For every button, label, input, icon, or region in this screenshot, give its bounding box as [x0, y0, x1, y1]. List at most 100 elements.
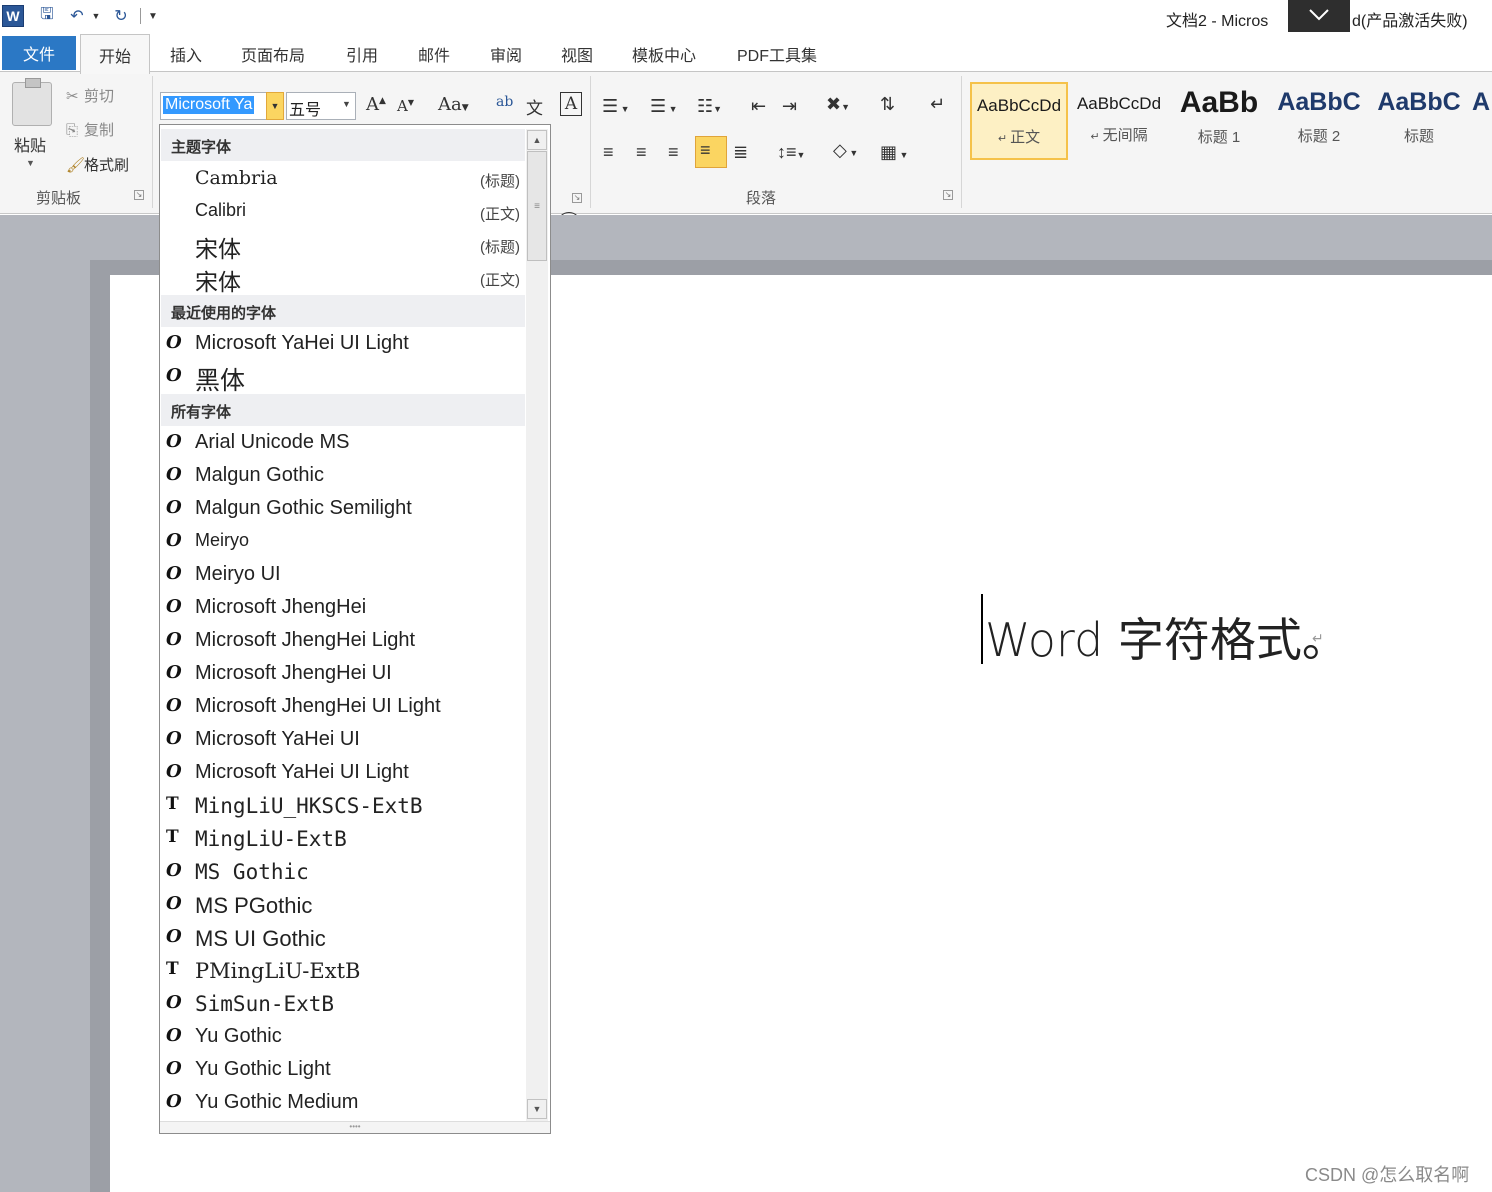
distributed-icon[interactable]: ≣ [733, 142, 748, 163]
save-icon[interactable]: 🖫 [36, 4, 58, 28]
paintbrush-icon: 🖌 [66, 157, 86, 174]
tab-pdf-tools[interactable]: PDF工具集 [737, 42, 817, 66]
font-option[interactable]: O Microsoft YaHei UI [166, 724, 524, 757]
tab-home[interactable]: 开始 [80, 34, 150, 74]
font-option[interactable]: O Malgun Gothic Semilight [166, 493, 524, 526]
window-title: 文档2 - Micros [1166, 13, 1269, 30]
style-normal[interactable]: AaBbCcDd ↵ 正文 [970, 82, 1068, 160]
style-heading-2[interactable]: AaBbC 标题 2 [1270, 82, 1368, 160]
copy-button[interactable]: ⎘ 复制 [66, 119, 114, 140]
font-option[interactable]: O Microsoft JhengHei UI Light [166, 691, 524, 724]
shading-icon[interactable]: ◇ ▼ [833, 140, 858, 161]
decrease-indent-icon[interactable]: ⇤ [751, 96, 766, 117]
font-option[interactable]: T MingLiU-ExtB [166, 823, 524, 856]
align-center-icon[interactable]: ≡ [636, 142, 647, 163]
borders-icon[interactable]: ▦ ▼ [880, 142, 908, 163]
paste-dropdown-icon[interactable]: ▼ [26, 158, 35, 168]
font-option[interactable]: O Yu Gothic Medium [166, 1087, 524, 1120]
character-border-button[interactable]: A [560, 92, 582, 116]
numbering-icon[interactable]: ☰ ▼ [650, 96, 678, 117]
ribbon-tab-bar: 文件 开始 插入 页面布局 引用 邮件 审阅 视图 模板中心 PDF工具集 [0, 34, 1492, 74]
font-option[interactable]: O Malgun Gothic [166, 460, 524, 493]
sort-icon[interactable]: ⇅ [880, 94, 895, 115]
font-option[interactable]: O Meiryo [166, 526, 524, 559]
font-option[interactable]: O Arial Unicode MS [166, 427, 524, 460]
tab-mailings[interactable]: 邮件 [418, 42, 450, 66]
chevron-down-icon [1309, 9, 1329, 21]
font-option[interactable]: O Microsoft JhengHei UI [166, 658, 524, 691]
scroll-down-arrow-icon[interactable]: ▼ [527, 1099, 547, 1119]
scrollbar-thumb[interactable]: ≡ [527, 151, 547, 261]
redo-icon[interactable]: ↻ [110, 4, 132, 28]
document-text[interactable]: Word 字符格式。 [985, 604, 1348, 670]
tab-view[interactable]: 视图 [561, 42, 593, 66]
font-option-songti-heading[interactable]: 宋体 (标题) [166, 229, 524, 263]
paragraph-launcher-icon[interactable]: ↘ [943, 190, 953, 200]
phonetic-guide-button[interactable]: 文 [526, 94, 543, 119]
change-case-button[interactable]: Aa▼ [438, 94, 469, 115]
paste-button[interactable]: 粘贴 [14, 132, 46, 156]
shrink-font-button[interactable]: A▼ [397, 97, 414, 115]
font-option[interactable]: T MingLiU_HKSCS-ExtB [166, 790, 524, 823]
style-name: ↵ 无间隔 [1090, 127, 1148, 144]
font-option[interactable]: O SimSun-ExtB [166, 988, 524, 1021]
undo-icon[interactable]: ↶ [66, 4, 88, 28]
group-divider [961, 76, 962, 208]
paste-icon[interactable] [12, 78, 52, 126]
font-option[interactable]: O Microsoft JhengHei Light [166, 625, 524, 658]
tab-references[interactable]: 引用 [346, 42, 378, 66]
font-option-songti-body[interactable]: 宋体 (正文) [166, 262, 524, 296]
font-option-recent[interactable]: O 黑体 [166, 361, 524, 395]
tab-page-layout[interactable]: 页面布局 [241, 42, 305, 66]
font-size-dropdown-icon[interactable]: ▼ [342, 99, 351, 109]
font-option[interactable]: O Yu Gothic [166, 1021, 524, 1054]
chinese-layout-icon[interactable]: ✖▼ [826, 94, 850, 115]
font-option-label: 宋体 [195, 270, 241, 296]
font-option-calibri[interactable]: Calibri (正文) [166, 196, 524, 229]
tab-insert[interactable]: 插入 [170, 42, 202, 66]
word-logo-icon[interactable]: W [2, 5, 24, 27]
text-caret [981, 594, 983, 664]
clear-format-button[interactable]: ab [496, 94, 513, 110]
ribbon-collapse-button[interactable] [1288, 0, 1350, 32]
font-option[interactable]: O MS PGothic [166, 889, 524, 922]
align-left-icon[interactable]: ≡ [603, 142, 614, 163]
font-option-label: MS Gothic [195, 860, 309, 884]
font-option[interactable]: O Microsoft YaHei UI Light [166, 757, 524, 790]
font-option[interactable]: O Microsoft JhengHei [166, 592, 524, 625]
tab-review[interactable]: 审阅 [490, 42, 522, 66]
show-marks-icon[interactable]: ↵ [930, 94, 945, 115]
clipboard-launcher-icon[interactable]: ↘ [134, 190, 144, 200]
font-option[interactable]: O Meiryo UI [166, 559, 524, 592]
style-heading-1[interactable]: AaBb 标题 1 [1170, 82, 1268, 160]
font-option[interactable]: T PMingLiU-ExtB [166, 955, 524, 988]
increase-indent-icon[interactable]: ⇥ [782, 96, 797, 117]
align-right-icon[interactable]: ≡ [668, 142, 679, 163]
font-option[interactable]: O MS UI Gothic [166, 922, 524, 955]
customize-quick-access-icon[interactable]: ▼ [144, 4, 162, 28]
multilevel-list-icon[interactable]: ☷▼ [697, 96, 722, 117]
font-option[interactable]: O Yu Gothic Light [166, 1054, 524, 1087]
font-option-cambria[interactable]: Cambria (标题) [166, 163, 524, 196]
style-title[interactable]: AaBbC 标题 [1370, 82, 1468, 160]
scroll-up-arrow-icon[interactable]: ▲ [527, 130, 547, 150]
style-more[interactable]: A [1470, 82, 1492, 160]
opentype-icon: O [166, 1058, 182, 1079]
undo-dropdown-icon[interactable]: ▼ [90, 4, 102, 28]
font-name-dropdown-button[interactable]: ▼ [266, 92, 284, 120]
style-no-spacing[interactable]: AaBbCcDd ↵ 无间隔 [1070, 82, 1168, 160]
font-option-label: SimSun-ExtB [195, 992, 335, 1016]
grow-font-button[interactable]: A▲ [366, 94, 386, 115]
resize-grip[interactable]: •••• [160, 1121, 550, 1133]
shrink-font-icon: A [397, 97, 408, 115]
format-painter-button[interactable]: 🖌格式刷 [66, 154, 129, 175]
font-option[interactable]: O MS Gothic [166, 856, 524, 889]
bullets-icon[interactable]: ☰ ▼ [602, 96, 630, 117]
line-spacing-icon[interactable]: ↕≡▼ [777, 142, 805, 163]
font-option-recent[interactable]: O Microsoft YaHei UI Light [166, 328, 524, 361]
cut-button[interactable]: ✂ 剪切 [66, 85, 114, 106]
tab-template-center[interactable]: 模板中心 [632, 42, 696, 66]
tab-file[interactable]: 文件 [2, 36, 76, 70]
font-list-scrollbar[interactable] [526, 129, 548, 1121]
font-launcher-icon[interactable]: ↘ [572, 193, 582, 203]
